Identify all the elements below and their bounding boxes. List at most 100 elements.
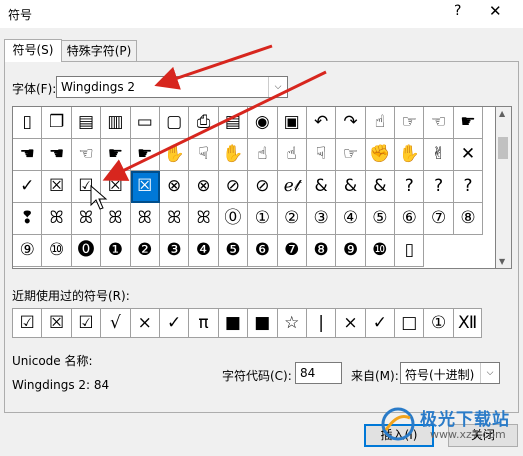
symbol-cell[interactable]: ☚ [13, 139, 43, 171]
symbol-cell[interactable]: ✓ [13, 171, 43, 203]
symbol-cell[interactable]: ⑨ [13, 235, 43, 267]
symbol-cell[interactable]: ✋ [395, 139, 425, 171]
symbol-cell[interactable]: ⑧ [453, 203, 484, 235]
symbol-cell[interactable]: ▢ [159, 107, 190, 139]
symbol-cell[interactable]: ☝ [277, 139, 307, 171]
symbol-cell[interactable]: ⊘ [218, 171, 249, 203]
scroll-thumb[interactable] [498, 137, 508, 159]
symbol-cell[interactable]: ? [453, 171, 484, 203]
symbol-cell[interactable]: ☜ [71, 139, 102, 171]
symbol-cell[interactable]: ☛ [453, 107, 484, 139]
symbol-cell[interactable]: ↷ [336, 107, 366, 139]
recent-symbol-cell[interactable]: Ⅻ [452, 308, 483, 338]
close-icon[interactable]: ✕ [489, 2, 502, 20]
symbol-cell[interactable]: ❼ [277, 235, 307, 267]
symbol-cell[interactable]: ▥ [101, 107, 131, 139]
symbol-grid-scrollbar[interactable]: ▲ ▼ [496, 106, 512, 269]
symbol-cell[interactable]: ③ [306, 203, 337, 235]
symbol-cell[interactable]: ▭ [130, 107, 160, 139]
recent-symbol-cell[interactable]: ☒ [41, 308, 71, 338]
recent-symbol-cell[interactable]: π [188, 308, 218, 338]
help-button[interactable]: ? [454, 3, 461, 19]
symbol-cell[interactable]: ❸ [159, 235, 190, 267]
symbol-cell[interactable]: ⑩ [42, 235, 72, 267]
symbol-cell[interactable]: ❿ [365, 235, 396, 267]
symbol-cell[interactable]: ❽ [306, 235, 337, 267]
symbol-cell[interactable]: ① [248, 203, 278, 235]
symbol-cell[interactable]: ☟ [306, 139, 337, 171]
symbol-cell[interactable]: ☜ [424, 107, 454, 139]
symbol-cell[interactable]: ④ [336, 203, 366, 235]
symbol-cell[interactable]: ℯ𝓉 [277, 171, 307, 203]
char-code-input[interactable]: 84 [295, 362, 342, 384]
symbol-cell[interactable]: ✋ [218, 139, 249, 171]
symbol-cell[interactable]: & [365, 171, 396, 203]
recent-symbols-row[interactable]: ☑ ☒ ☑ √ × ✓ π ■ ■ ☆ | × ✓ □ ① Ⅻ [12, 308, 496, 338]
recent-symbol-cell[interactable]: ☆ [276, 308, 306, 338]
symbol-cell[interactable]: ꕤ [42, 203, 72, 235]
recent-symbol-cell[interactable]: ■ [217, 308, 248, 338]
recent-symbol-cell[interactable]: ■ [247, 308, 277, 338]
scroll-down-icon[interactable]: ▼ [499, 257, 505, 266]
symbol-cell[interactable]: ☑ [71, 171, 102, 203]
symbol-cell[interactable]: ⓪ [218, 203, 249, 235]
symbol-cell[interactable]: ↶ [306, 107, 337, 139]
symbol-cell[interactable]: ☒ [42, 171, 72, 203]
symbol-cell[interactable]: ⊗ [189, 171, 219, 203]
symbol-cell[interactable]: ❾ [336, 235, 366, 267]
symbol-cell[interactable]: ▤ [218, 107, 249, 139]
recent-symbol-cell[interactable]: □ [394, 308, 424, 338]
recent-symbol-cell[interactable]: √ [100, 308, 130, 338]
symbol-cell[interactable]: ⊘ [248, 171, 278, 203]
recent-symbol-cell[interactable]: ① [423, 308, 453, 338]
symbol-cell[interactable]: & [306, 171, 337, 203]
symbol-cell[interactable]: ❐ [42, 107, 72, 139]
symbol-cell[interactable]: ☟ [189, 139, 219, 171]
recent-symbol-cell[interactable]: × [129, 308, 159, 338]
symbol-grid[interactable]: ▯ ❐ ▤ ▥ ▭ ▢ ⎙ ▤ ◉ ▣ ↶ ↷ ☝ ☞ ☜ ☛ ☚ ☚ ☜ ☛ ☛ ✋ ☟ ✋ ☝ ☝ ☟ ☞ ✊ ✋ ✌ ✕ ✓ ☒ ☑ ☒ ☒ ⊗ ⊗ ⊘… [12, 106, 496, 269]
recent-symbol-cell[interactable]: ✓ [364, 308, 395, 338]
symbol-cell[interactable]: ⑤ [365, 203, 396, 235]
symbol-cell[interactable]: ▯ [13, 107, 43, 139]
recent-symbol-cell[interactable]: | [305, 308, 336, 338]
symbol-cell[interactable]: ◉ [248, 107, 278, 139]
recent-symbol-cell[interactable]: ✓ [158, 308, 189, 338]
symbol-cell[interactable]: ✕ [453, 139, 484, 171]
symbol-cell[interactable]: ? [424, 171, 454, 203]
chevron-down-icon[interactable]: ⌵ [268, 77, 287, 97]
symbol-cell[interactable]: ❻ [248, 235, 278, 267]
symbol-cell[interactable]: ✋ [159, 139, 190, 171]
symbol-cell[interactable]: ꕤ [101, 203, 131, 235]
recent-symbol-cell[interactable]: ☑ [70, 308, 101, 338]
symbol-cell[interactable]: ? [395, 171, 425, 203]
symbol-cell[interactable]: ☛ [130, 139, 160, 171]
symbol-cell[interactable]: ☛ [101, 139, 131, 171]
tab-symbols[interactable]: 符号(S) [4, 39, 62, 62]
symbol-cell[interactable]: ꕤ [130, 203, 160, 235]
symbol-cell[interactable]: ☝ [248, 139, 278, 171]
chevron-down-icon[interactable]: ⌵ [480, 363, 499, 383]
symbol-cell[interactable]: ▤ [71, 107, 102, 139]
symbol-cell[interactable]: ☞ [336, 139, 366, 171]
symbol-cell[interactable]: ☝ [365, 107, 396, 139]
recent-symbol-cell[interactable]: × [335, 308, 365, 338]
symbol-cell[interactable]: ☞ [395, 107, 425, 139]
symbol-cell[interactable]: ☚ [42, 139, 72, 171]
symbol-cell[interactable]: ❺ [218, 235, 249, 267]
symbol-cell[interactable]: ❹ [189, 235, 219, 267]
symbol-cell[interactable]: ☒ [101, 171, 131, 203]
symbol-cell[interactable]: ⊗ [159, 171, 190, 203]
symbol-cell[interactable]: ⑥ [395, 203, 425, 235]
scroll-up-icon[interactable]: ▲ [499, 109, 505, 118]
symbol-cell[interactable]: ꕤ [71, 203, 102, 235]
symbol-cell[interactable]: ☒ [130, 171, 160, 203]
symbol-cell[interactable]: & [336, 171, 366, 203]
symbol-cell[interactable]: ✊ [365, 139, 396, 171]
symbol-cell[interactable]: ❷ [130, 235, 160, 267]
symbol-cell[interactable]: ꕤ [189, 203, 219, 235]
symbol-cell[interactable]: ✌ [424, 139, 454, 171]
from-select[interactable]: 符号(十进制) ⌵ [400, 362, 500, 384]
symbol-cell[interactable]: ▣ [277, 107, 307, 139]
recent-symbol-cell[interactable]: ☑ [12, 308, 42, 338]
symbol-cell[interactable]: ⓿ [71, 235, 102, 267]
